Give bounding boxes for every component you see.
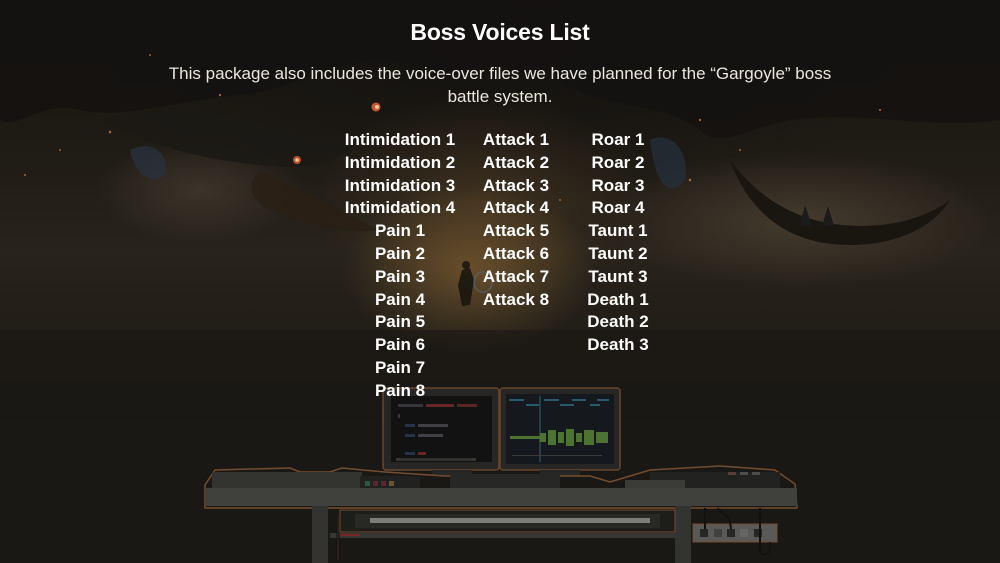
voice-item: Pain 4	[374, 289, 426, 309]
voice-item: Roar 4	[591, 198, 645, 218]
boss-voices-list: Intimidation 1 Intimidation 2 Intimidati…	[0, 129, 1000, 409]
voice-item: Taunt 2	[588, 243, 648, 263]
voice-item: Attack 4	[482, 198, 550, 218]
voice-item: Attack 7	[482, 266, 550, 286]
voice-item: Pain 6	[374, 335, 426, 355]
voice-item: Pain 8	[374, 380, 426, 400]
voice-item: Intimidation 1	[344, 130, 456, 149]
voice-item: Taunt 1	[588, 221, 648, 241]
page-title: Boss Voices List	[410, 19, 590, 45]
voice-column-attack: Attack 1 Attack 2 Attack 3 Attack 4 Atta…	[470, 129, 562, 311]
voice-item: Roar 2	[591, 152, 645, 172]
voice-item: Intimidation 2	[344, 152, 456, 172]
voice-column-intimidation-pain: Intimidation 1 Intimidation 2 Intimidati…	[336, 129, 464, 403]
voice-item: Attack 2	[482, 152, 550, 172]
voice-item: Attack 3	[482, 175, 550, 195]
voice-item: Attack 5	[482, 221, 550, 241]
voice-item: Intimidation 3	[344, 175, 456, 195]
voice-item: Death 2	[587, 312, 649, 332]
voice-item: Pain 1	[374, 221, 426, 241]
voice-item: Pain 2	[374, 243, 426, 263]
page-description: This package also includes the voice-ove…	[168, 64, 832, 106]
voice-item: Pain 3	[374, 266, 426, 286]
voice-item: Attack 8	[482, 289, 550, 309]
voice-item: Attack 1	[482, 130, 550, 149]
voice-item: Attack 6	[482, 243, 550, 263]
voice-item: Death 3	[587, 335, 649, 355]
voice-item: Pain 7	[374, 357, 426, 377]
voice-item: Death 1	[587, 289, 649, 309]
voice-item: Pain 5	[374, 312, 426, 332]
voice-item: Taunt 3	[588, 266, 648, 286]
boss-voices-page: Boss Voices List This package also inclu…	[0, 0, 1000, 563]
voice-item: Roar 3	[591, 175, 645, 195]
voice-item: Intimidation 4	[344, 198, 456, 218]
voice-column-roar-taunt-death: Roar 1 Roar 2 Roar 3 Roar 4 Taunt 1 Taun…	[576, 129, 660, 357]
voice-item: Roar 1	[591, 130, 645, 149]
